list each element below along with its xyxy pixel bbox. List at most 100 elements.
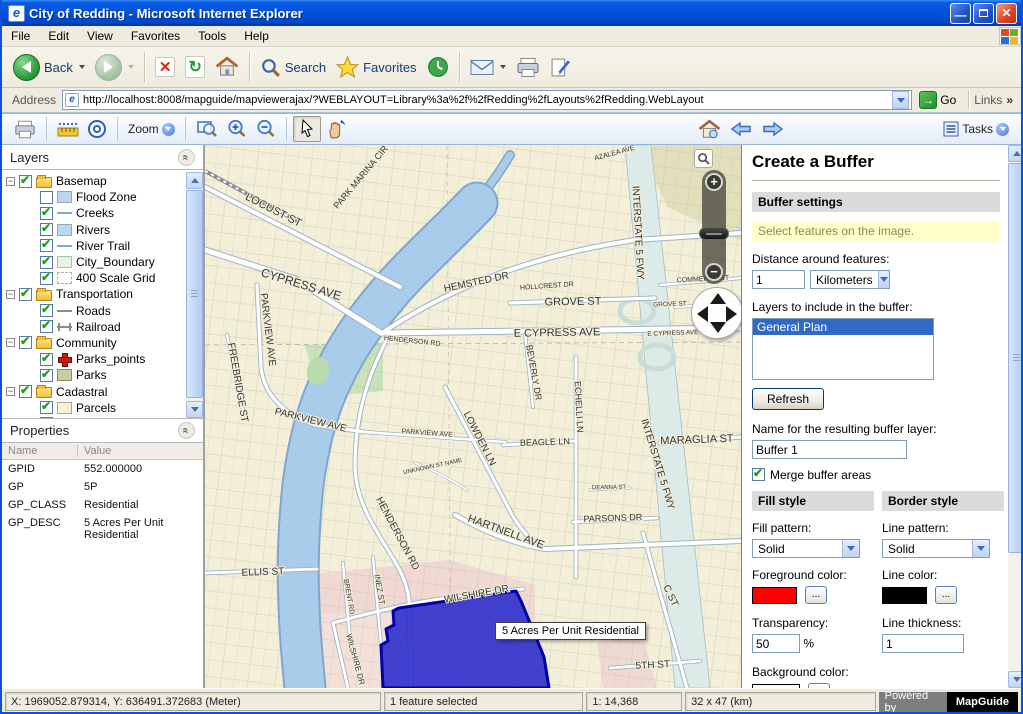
layer-row[interactable]: ✔Parks_points: [2, 351, 203, 367]
line-pattern-select[interactable]: Solid: [882, 539, 990, 558]
buffer-layers-listbox[interactable]: General Plan: [752, 318, 934, 380]
layer-checkbox[interactable]: ✔: [40, 272, 53, 285]
initial-map-button[interactable]: [694, 117, 725, 142]
go-button[interactable]: → Go: [912, 91, 963, 109]
edit-button[interactable]: [545, 55, 576, 80]
layer-row[interactable]: ✔Creeks: [2, 205, 203, 221]
layers-scrollbar[interactable]: [186, 172, 203, 418]
collapse-properties-button[interactable]: »: [178, 422, 195, 439]
zoom-slider-thumb[interactable]: [699, 227, 729, 240]
taskpane-scroll-up-button[interactable]: [1008, 145, 1023, 162]
buffer-tool-button[interactable]: [83, 117, 111, 141]
layer-checkbox[interactable]: ✔: [40, 207, 53, 220]
layer-checkbox[interactable]: ✔: [40, 369, 53, 382]
zoom-rectangle-button[interactable]: [192, 117, 222, 141]
taskpane-scrollbar-thumb[interactable]: [1008, 163, 1023, 553]
menu-help[interactable]: Help: [235, 27, 278, 45]
line-pattern-dropdown-icon[interactable]: [972, 540, 989, 557]
fill-pattern-select[interactable]: Solid: [752, 539, 860, 558]
zoom-out-button[interactable]: [251, 117, 280, 141]
zoom-menu-button[interactable]: Zoom: [124, 120, 179, 138]
line-thickness-input[interactable]: [882, 634, 964, 653]
layer-row[interactable]: ✔Parcels: [2, 400, 203, 416]
transparency-input[interactable]: [752, 634, 800, 653]
taskpane-scrollbar[interactable]: [1008, 145, 1023, 688]
pan-left-icon[interactable]: [697, 306, 708, 322]
minimize-button[interactable]: —: [950, 3, 971, 24]
back-dropdown-icon[interactable]: [79, 65, 85, 69]
back-button[interactable]: Back: [8, 52, 90, 83]
map-view[interactable]: LOCUST STCYPRESS AVEE CYPRESS AVEGROVE S…: [205, 145, 742, 688]
pan-tool-button[interactable]: [321, 117, 350, 142]
merge-buffer-row[interactable]: ✔Merge buffer areas: [752, 468, 1000, 482]
layer-checkbox[interactable]: ✔: [40, 304, 53, 317]
fill-pattern-dropdown-icon[interactable]: [842, 540, 859, 557]
menu-edit[interactable]: Edit: [39, 27, 78, 45]
layer-checkbox[interactable]: ✔: [40, 320, 53, 333]
forward-dropdown-icon[interactable]: [128, 65, 134, 69]
layer-checkbox[interactable]: ✔: [40, 256, 53, 269]
map-canvas[interactable]: LOCUST STCYPRESS AVEE CYPRESS AVEGROVE S…: [205, 145, 742, 688]
scroll-up-button[interactable]: [186, 172, 203, 189]
previous-view-button[interactable]: [725, 118, 757, 140]
layer-row[interactable]: Flood Zone: [2, 189, 203, 205]
collapse-layers-button[interactable]: »: [178, 149, 195, 166]
layer-checkbox[interactable]: ✔: [19, 175, 32, 188]
address-dropdown-button[interactable]: [892, 91, 909, 109]
zoom-slider-plus-button[interactable]: +: [705, 173, 723, 191]
mail-dropdown-icon[interactable]: [500, 65, 506, 69]
title-bar[interactable]: e City of Redding - Microsoft Internet E…: [2, 0, 1021, 26]
refresh-button[interactable]: ↻: [180, 54, 209, 80]
measure-button[interactable]: [53, 118, 83, 140]
layer-row[interactable]: ✔City_Boundary: [2, 254, 203, 270]
taskpane-scroll-down-button[interactable]: [1008, 671, 1023, 688]
expander-icon[interactable]: −: [6, 290, 15, 299]
layer-checkbox[interactable]: ✔: [19, 336, 32, 349]
merge-checkbox[interactable]: ✔: [752, 468, 765, 481]
layer-row[interactable]: −✔Transportation: [2, 286, 203, 302]
refresh-layers-button[interactable]: Refresh: [752, 388, 824, 410]
layer-row[interactable]: −✔Community: [2, 335, 203, 351]
layer-checkbox[interactable]: ✔: [40, 353, 53, 366]
layers-tree[interactable]: −✔BasemapFlood Zone✔Creeks✔Rivers✔River …: [2, 170, 203, 418]
favorites-button[interactable]: Favorites: [331, 54, 421, 80]
layer-checkbox[interactable]: ✔: [19, 385, 32, 398]
links-button[interactable]: Links »: [974, 93, 1017, 107]
layer-checkbox[interactable]: [40, 191, 53, 204]
layer-checkbox[interactable]: ✔: [40, 239, 53, 252]
menu-favorites[interactable]: Favorites: [122, 27, 189, 45]
layer-checkbox[interactable]: ✔: [19, 288, 32, 301]
expander-icon[interactable]: −: [6, 177, 15, 186]
forward-button[interactable]: [90, 52, 139, 83]
layer-row[interactable]: −✔Cadastral: [2, 383, 203, 399]
buffer-layer-option[interactable]: General Plan: [753, 319, 933, 335]
distance-input[interactable]: [752, 270, 805, 289]
zoom-in-button[interactable]: [222, 117, 251, 141]
units-select[interactable]: Kilometers: [810, 270, 890, 289]
pan-control[interactable]: [691, 287, 742, 339]
zoom-slider-minus-button[interactable]: −: [705, 263, 723, 281]
address-input[interactable]: e http://localhost:8008/mapguide/mapview…: [62, 90, 912, 110]
pan-down-icon[interactable]: [710, 322, 726, 333]
print-map-button[interactable]: [10, 118, 40, 141]
menu-file[interactable]: File: [2, 27, 39, 45]
scroll-down-button[interactable]: [186, 401, 203, 418]
layer-row[interactable]: ✔River Trail: [2, 238, 203, 254]
menu-tools[interactable]: Tools: [189, 27, 235, 45]
zoom-slider[interactable]: + −: [702, 170, 726, 284]
address-url[interactable]: http://localhost:8008/mapguide/mapviewer…: [83, 94, 892, 106]
buffer-name-input[interactable]: [752, 440, 907, 459]
mail-button[interactable]: [465, 56, 511, 79]
pan-up-icon[interactable]: [710, 293, 726, 304]
stop-button[interactable]: ✕: [150, 55, 181, 79]
pan-right-icon[interactable]: [726, 306, 737, 322]
foreground-color-picker-button[interactable]: ...: [805, 586, 827, 604]
layer-row[interactable]: ✔Rivers: [2, 222, 203, 238]
close-button[interactable]: ✕: [996, 3, 1017, 24]
history-button[interactable]: [422, 54, 454, 80]
line-color-picker-button[interactable]: ...: [935, 586, 957, 604]
expander-icon[interactable]: −: [6, 387, 15, 396]
layer-checkbox[interactable]: ✔: [40, 401, 53, 414]
layer-row[interactable]: ✔Railroad: [2, 319, 203, 335]
home-button[interactable]: [210, 54, 244, 80]
